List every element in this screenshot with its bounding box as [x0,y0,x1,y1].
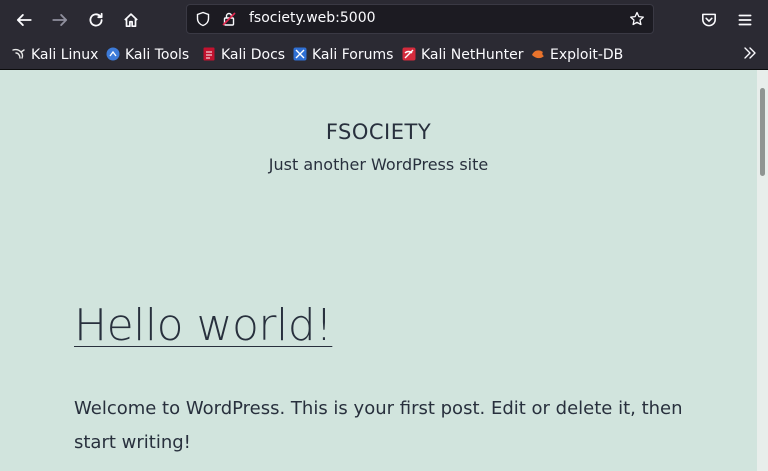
bookmark-label: Kali NetHunter [421,47,524,63]
shield-icon[interactable] [195,11,211,27]
bookmark-kali-tools[interactable]: Kali Tools [106,46,189,64]
back-arrow-icon[interactable] [12,8,36,32]
bookmark-kali-nethunter[interactable]: Kali NetHunter [402,46,523,64]
exploit-db-icon [531,47,545,61]
bookmark-label: Kali Docs [221,47,286,63]
page-scrollbar[interactable] [757,70,768,471]
chevron-double-right-icon[interactable] [742,45,758,65]
bookmark-kali-docs[interactable]: Kali Docs [202,46,285,64]
kali-tools-icon [106,47,120,61]
url-text[interactable]: fsociety.web:5000 [249,10,376,26]
page-content: FSOCIETY Just another WordPress site Hel… [0,70,757,471]
site-description: Just another WordPress site [268,155,489,174]
bookmark-exploit-db[interactable]: Exploit-DB [531,46,623,64]
bookmark-label: Kali Tools [125,47,190,63]
insecure-lock-icon[interactable] [221,11,237,27]
kali-nethunter-icon [402,47,416,61]
pocket-icon[interactable] [697,8,721,32]
browser-toolbar: fsociety.web:5000 [0,0,768,40]
url-bar[interactable]: fsociety.web:5000 [186,4,654,34]
bookmark-label: Exploit-DB [550,47,624,63]
hamburger-menu-icon[interactable] [733,8,757,32]
reload-icon[interactable] [84,8,108,32]
kali-forums-icon [293,47,307,61]
bookmark-label: Kali Linux [31,47,99,63]
bookmarks-bar: Kali Linux Kali Tools Kali Docs Kali For… [0,40,768,70]
kali-docs-icon [202,47,216,61]
post-title-link[interactable]: Hello world! [74,300,333,352]
site-title[interactable]: FSOCIETY [0,120,757,144]
bookmark-label: Kali Forums [312,47,394,63]
home-icon[interactable] [119,8,143,32]
bookmark-kali-linux[interactable]: Kali Linux [12,46,98,64]
post-body: Welcome to WordPress. This is your first… [74,398,683,453]
scrollbar-thumb[interactable] [760,88,765,176]
bookmark-kali-forums[interactable]: Kali Forums [293,46,393,64]
forward-arrow-icon[interactable] [48,8,72,32]
kali-dragon-icon [12,47,26,61]
bookmark-star-icon[interactable] [629,11,645,27]
